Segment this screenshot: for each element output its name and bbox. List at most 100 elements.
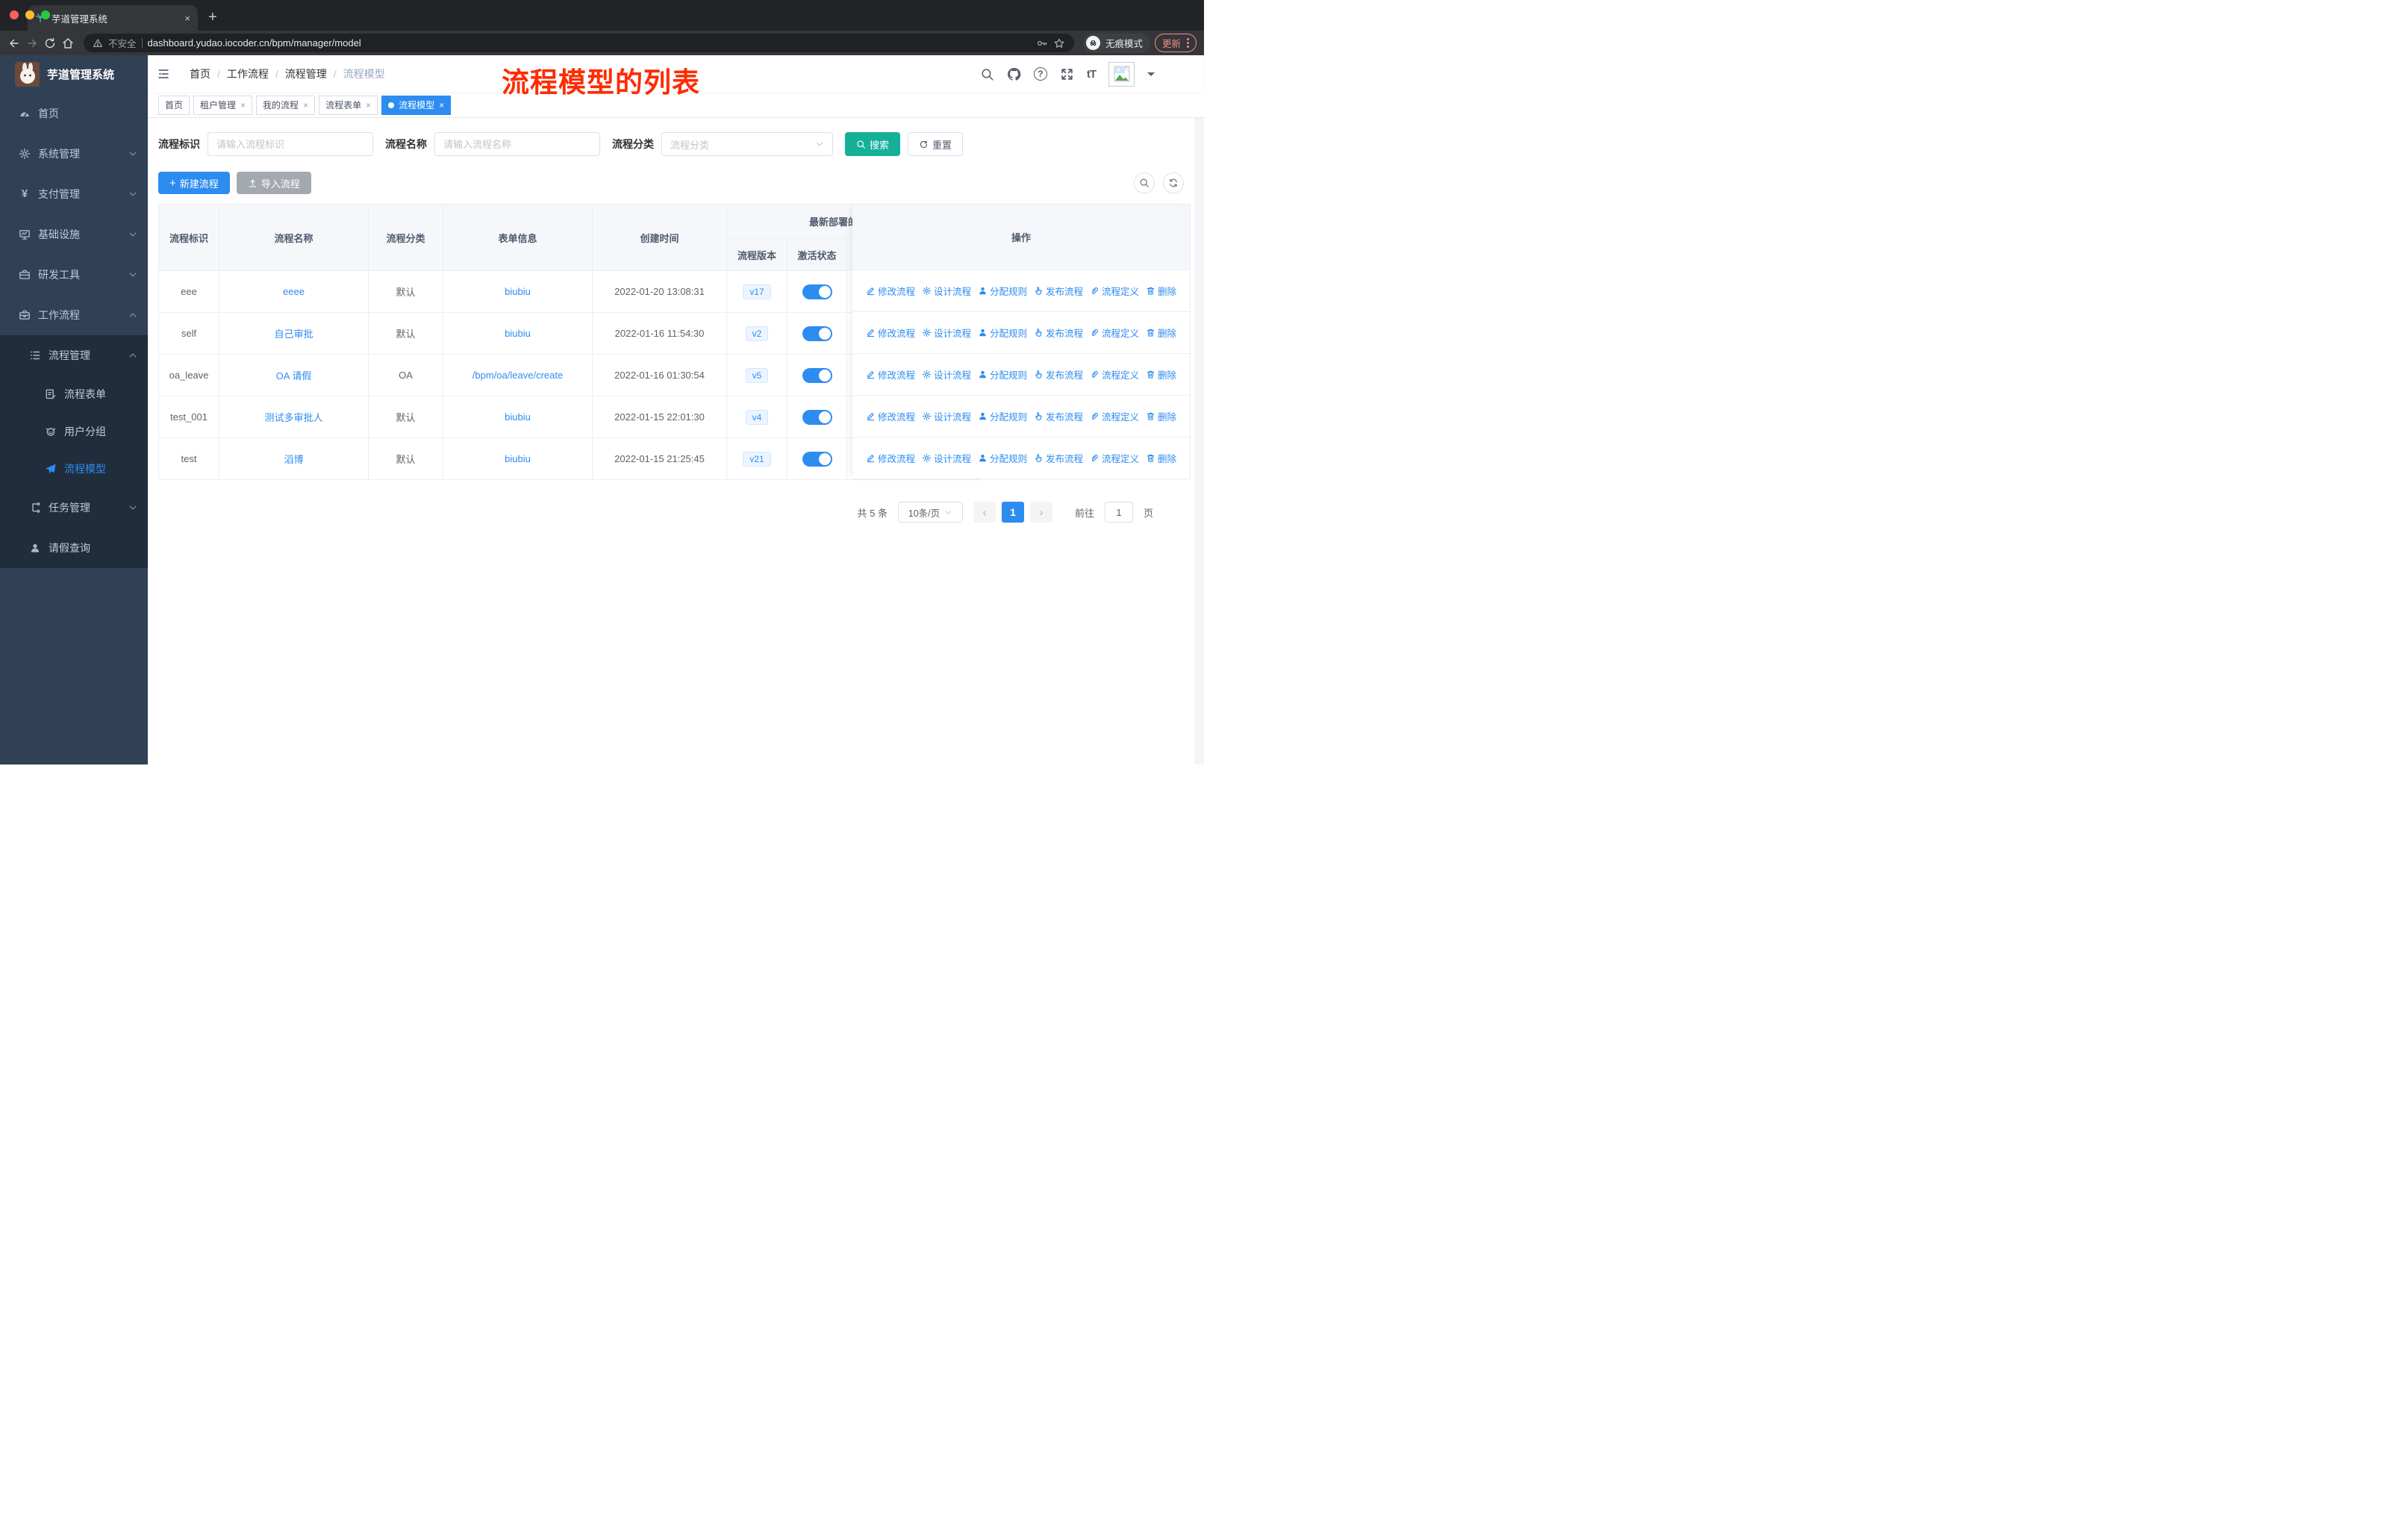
action-design[interactable]: 设计流程 [922, 451, 971, 465]
tag-tenant[interactable]: 租户管理 × [193, 95, 253, 115]
close-window-button[interactable] [10, 10, 19, 19]
active-toggle[interactable] [802, 451, 832, 467]
version-badge[interactable]: v5 [745, 367, 769, 383]
action-design[interactable]: 设计流程 [922, 409, 971, 423]
cell-process-name-link[interactable]: eeee [219, 271, 369, 313]
show-search-button[interactable] [1134, 172, 1155, 193]
action-delete[interactable]: 删除 [1146, 367, 1176, 382]
sidebar-item-payment[interactable]: ¥ 支付管理 [0, 174, 148, 214]
action-assign[interactable]: 分配规则 [978, 284, 1027, 298]
action-assign[interactable]: 分配规则 [978, 326, 1027, 340]
page-1-button[interactable]: 1 [1001, 502, 1024, 523]
refresh-table-button[interactable] [1163, 172, 1184, 193]
close-tab-icon[interactable]: × [184, 13, 190, 24]
action-publish[interactable]: 发布流程 [1034, 367, 1083, 382]
process-key-input[interactable] [208, 132, 373, 156]
action-publish[interactable]: 发布流程 [1034, 451, 1083, 465]
action-edit[interactable]: 修改流程 [866, 409, 915, 423]
sidebar-item-process-mgmt[interactable]: 流程管理 [0, 335, 148, 376]
action-edit[interactable]: 修改流程 [866, 451, 915, 465]
action-delete[interactable]: 删除 [1146, 284, 1176, 298]
import-process-button[interactable]: 导入流程 [236, 172, 311, 194]
action-definition[interactable]: 流程定义 [1090, 409, 1139, 423]
search-icon[interactable] [980, 67, 994, 81]
action-assign[interactable]: 分配规则 [978, 367, 1027, 382]
action-delete[interactable]: 删除 [1146, 326, 1176, 340]
address-bar[interactable]: 不安全 dashboard.yudao.iocoder.cn/bpm/manag… [84, 34, 1074, 52]
cell-form-link[interactable]: biubiu [443, 396, 593, 438]
action-definition[interactable]: 流程定义 [1090, 284, 1139, 298]
breadcrumb-process-mgmt[interactable]: 流程管理 [285, 66, 327, 81]
reload-icon[interactable] [43, 37, 57, 50]
cell-form-link[interactable]: biubiu [443, 313, 593, 355]
bookmark-star-icon[interactable] [1053, 37, 1065, 49]
tag-my-process[interactable]: 我的流程 × [256, 95, 316, 115]
goto-page-input[interactable] [1104, 502, 1133, 523]
sidebar-item-process-form[interactable]: 流程表单 [0, 376, 148, 413]
action-edit[interactable]: 修改流程 [866, 367, 915, 382]
sidebar-item-workflow[interactable]: 工作流程 [0, 295, 148, 335]
sidebar-item-process-model[interactable]: 流程模型 [0, 450, 148, 488]
browser-tab[interactable]: 芋道管理系统 × [28, 5, 198, 31]
cell-process-name-link[interactable]: 测试多审批人 [219, 396, 369, 438]
action-definition[interactable]: 流程定义 [1090, 326, 1139, 340]
action-assign[interactable]: 分配规则 [978, 409, 1027, 423]
version-badge[interactable]: v17 [743, 284, 771, 299]
font-size-icon[interactable]: tT [1087, 68, 1097, 81]
sidebar-item-devtools[interactable]: 研发工具 [0, 255, 148, 295]
cell-process-name-link[interactable]: 自己审批 [219, 313, 369, 355]
sidebar-item-task-mgmt[interactable]: 任务管理 [0, 488, 148, 528]
action-edit[interactable]: 修改流程 [866, 284, 915, 298]
github-icon[interactable] [1007, 67, 1021, 81]
sidebar-item-leave-query[interactable]: 请假查询 [0, 528, 148, 568]
search-button[interactable]: 搜索 [845, 132, 901, 156]
home-icon[interactable] [61, 37, 75, 50]
reset-button[interactable]: 重置 [908, 132, 964, 156]
page-size-select[interactable]: 10条/页 [897, 502, 963, 523]
create-process-button[interactable]: + 新建流程 [158, 172, 230, 194]
maximize-window-button[interactable] [41, 10, 50, 19]
sidebar-item-infra[interactable]: 基础设施 [0, 214, 148, 255]
update-button[interactable]: 更新 [1154, 34, 1197, 52]
cell-form-link[interactable]: biubiu [443, 438, 593, 480]
cell-process-name-link[interactable]: OA 请假 [219, 355, 369, 396]
category-select[interactable]: 流程分类 [661, 132, 833, 156]
cell-form-link[interactable]: /bpm/oa/leave/create [443, 355, 593, 396]
close-tag-icon[interactable]: × [366, 100, 371, 110]
action-publish[interactable]: 发布流程 [1034, 326, 1083, 340]
active-toggle[interactable] [802, 326, 832, 341]
close-tag-icon[interactable]: × [240, 100, 246, 110]
action-delete[interactable]: 删除 [1146, 451, 1176, 465]
version-badge[interactable]: v2 [745, 326, 769, 341]
action-edit[interactable]: 修改流程 [866, 326, 915, 340]
collapse-sidebar-icon[interactable] [157, 67, 170, 81]
version-badge[interactable]: v21 [743, 451, 771, 467]
minimize-window-button[interactable] [25, 10, 34, 19]
action-delete[interactable]: 删除 [1146, 409, 1176, 423]
breadcrumb-home[interactable]: 首页 [190, 66, 210, 81]
menu-kebab-icon[interactable] [1187, 38, 1189, 48]
close-tag-icon[interactable]: × [439, 100, 444, 110]
breadcrumb-workflow[interactable]: 工作流程 [227, 66, 269, 81]
avatar[interactable] [1108, 61, 1135, 87]
action-definition[interactable]: 流程定义 [1090, 451, 1139, 465]
next-page-button[interactable]: › [1029, 502, 1052, 523]
process-name-input[interactable] [434, 132, 600, 156]
key-icon[interactable] [1036, 37, 1048, 49]
sidebar-item-system[interactable]: 系统管理 [0, 134, 148, 174]
back-icon[interactable] [7, 37, 21, 50]
action-design[interactable]: 设计流程 [922, 284, 971, 298]
avatar-dropdown-caret-icon[interactable] [1147, 72, 1155, 80]
action-assign[interactable]: 分配规则 [978, 451, 1027, 465]
fullscreen-icon[interactable] [1060, 67, 1074, 81]
new-tab-button[interactable]: + [208, 9, 217, 26]
help-icon[interactable]: ? [1033, 67, 1047, 81]
window-controls[interactable] [10, 10, 50, 19]
action-design[interactable]: 设计流程 [922, 326, 971, 340]
action-design[interactable]: 设计流程 [922, 367, 971, 382]
cell-process-name-link[interactable]: 滔博 [219, 438, 369, 480]
active-toggle[interactable] [802, 284, 832, 299]
close-tag-icon[interactable]: × [303, 100, 308, 110]
tag-home[interactable]: 首页 [158, 95, 190, 115]
version-badge[interactable]: v4 [745, 409, 769, 425]
